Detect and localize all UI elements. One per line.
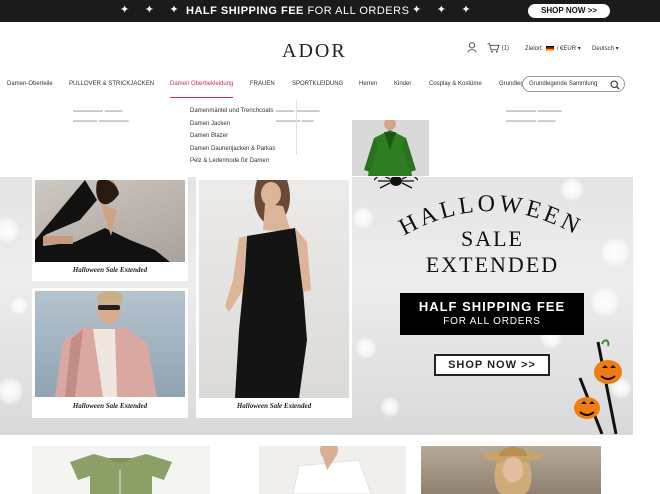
dropdown-item-daunenjacken[interactable]: Damen Daunenjacken & Parkas — [190, 146, 275, 159]
half-shipping-line-1: HALF SHIPPING FEE — [418, 299, 566, 314]
sale-title: SALE — [461, 226, 524, 251]
search-placeholder: Grundlegende Sammlung — [529, 81, 598, 87]
nav-item-cosplay[interactable]: Cosplay & Kostüme — [429, 81, 482, 87]
promo-message-rest: FOR ALL ORDERS — [303, 5, 410, 17]
region-label: Zielort: — [525, 46, 544, 52]
product-card-2[interactable]: Halloween Sale Extended — [32, 288, 188, 418]
nav-item-kinder[interactable]: Kinder — [394, 81, 411, 87]
promo-message[interactable]: HALF SHIPPING FEE FOR ALL ORDERS — [186, 5, 409, 17]
hero-shop-now-button[interactable]: SHOP NOW >> — [434, 354, 550, 376]
dropdown-list: Damenmäntel und Trenchcoats Damen Jacken… — [190, 108, 275, 171]
nav-item-sportkleidung[interactable]: SPORTKLEIDUNG — [292, 81, 343, 87]
cart-count: (1) — [501, 45, 510, 52]
nav-item-herren[interactable]: Herren — [359, 81, 377, 87]
sparkle-icons-left: ✦ ✦ ✦ — [120, 3, 185, 16]
dropdown-featured-image[interactable] — [352, 120, 429, 176]
nav-item-pullover[interactable]: PULLOVER & STRICKJACKEN — [69, 81, 154, 87]
nav-item-damen-oberteile[interactable]: Damen-Oberteile — [7, 81, 53, 87]
nav-item-damen-oberbekleidung[interactable]: Damen Oberbekleidung — [170, 81, 233, 87]
german-flag-icon — [546, 45, 555, 51]
dropdown-item-jacken[interactable]: Damen Jacken — [190, 121, 275, 134]
account-icon[interactable] — [467, 42, 477, 53]
product-tile-hat[interactable] — [421, 446, 601, 494]
site-logo[interactable]: ADOR — [282, 40, 347, 63]
product-card-3[interactable]: Halloween Sale Extended — [196, 177, 352, 418]
extended-title: EXTENDED — [425, 252, 560, 277]
region-selector[interactable]: Zielort: / €EUR ▾ — [525, 45, 581, 52]
currency-label: / €EUR ▾ — [556, 46, 581, 52]
language-selector[interactable]: Deutsch ▾ — [592, 45, 619, 52]
product-caption-1: Halloween Sale Extended — [72, 266, 148, 274]
promo-message-bold: HALF SHIPPING FEE — [186, 5, 304, 17]
cart-button[interactable]: (1) — [487, 43, 509, 53]
search-icon — [610, 80, 620, 90]
search-input[interactable]: Grundlegende Sammlung — [522, 76, 625, 92]
dropdown-item-maentel[interactable]: Damenmäntel und Trenchcoats — [190, 108, 275, 121]
sparkle-icons-right: ✦ ✦ ✦ — [412, 3, 477, 16]
promo-bar: ✦ ✦ ✦ HALF SHIPPING FEE FOR ALL ORDERS ✦… — [0, 0, 660, 22]
product-caption-2: Halloween Sale Extended — [72, 402, 148, 410]
nav-dropdown-menu: ▬▬▬▬▬ ▬▬▬ ▬▬▬▬ ▬▬▬▬▬ ▬▬▬ ▬▬▬▬ ▬▬▬▬ ▬▬ ▬▬… — [33, 100, 633, 177]
product-photo-1 — [35, 180, 185, 262]
product-card-1[interactable]: Halloween Sale Extended — [32, 177, 188, 281]
dropdown-divider — [296, 100, 297, 155]
pumpkin-icons — [574, 339, 622, 434]
nav-item-frauen[interactable]: FRAUEN — [250, 81, 275, 87]
active-nav-underline — [170, 97, 233, 98]
promo-shop-now-button[interactable]: SHOP NOW >> — [528, 4, 610, 18]
half-shipping-line-2: FOR ALL ORDERS — [443, 316, 541, 327]
dropdown-item-blazer[interactable]: Damen Blazer — [190, 133, 275, 146]
product-tile-blouse[interactable] — [259, 446, 406, 494]
half-shipping-box: HALF SHIPPING FEE FOR ALL ORDERS — [400, 293, 584, 335]
product-tile-tshirt[interactable] — [32, 446, 210, 494]
product-photo-2 — [35, 291, 185, 397]
cart-icon — [487, 43, 500, 53]
dropdown-item-pelz[interactable]: Pelz & Ledermode für Damen — [190, 158, 275, 171]
product-photo-3 — [199, 180, 349, 398]
product-caption-3: Halloween Sale Extended — [236, 402, 312, 410]
